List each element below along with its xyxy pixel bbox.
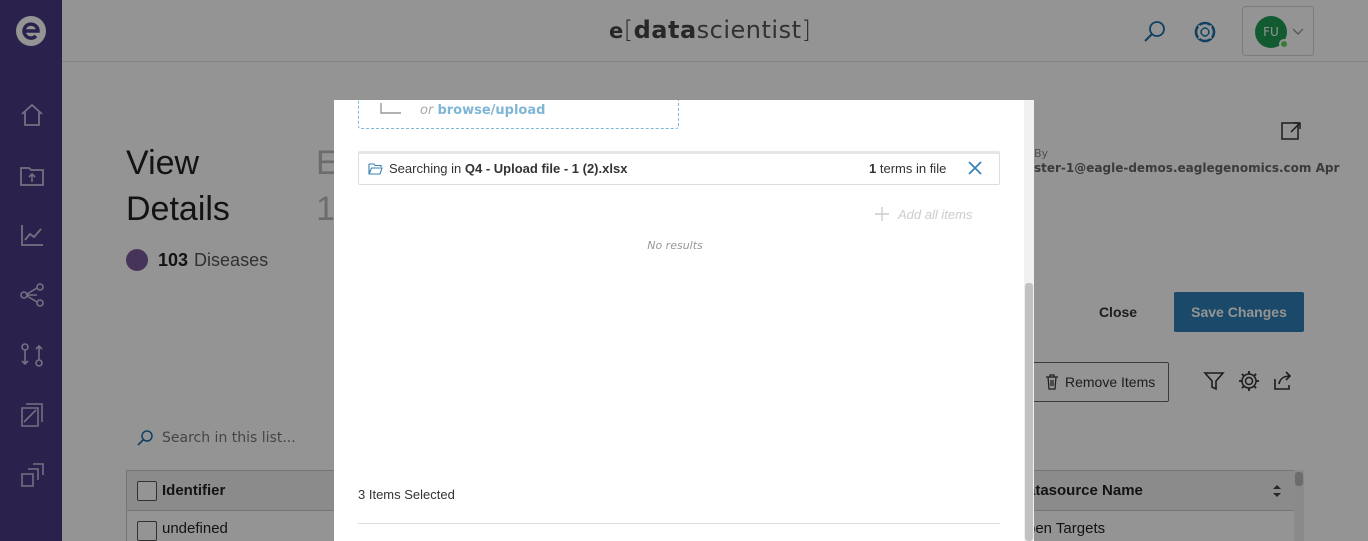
terms-in-file: 1 terms in file (869, 161, 946, 176)
add-all-items-label: Add all items (898, 206, 973, 222)
searching-file-name: Q4 - Upload file - 1 (2).xlsx (464, 161, 628, 176)
add-all-items-button[interactable]: Add all items (874, 204, 972, 224)
searching-in-prefix: Searching in (389, 161, 465, 176)
upload-or-text: or (420, 103, 438, 118)
modal-scrollbar[interactable] (1024, 100, 1034, 541)
items-selected-count: 3 Items Selected (358, 487, 455, 502)
close-icon[interactable] (967, 160, 983, 176)
terms-label: terms in file (876, 161, 947, 176)
searching-in-text: Searching in Q4 - Upload file - 1 (2).xl… (389, 161, 627, 176)
file-icon (380, 103, 401, 114)
browse-upload-link[interactable]: browse/upload (437, 103, 545, 118)
modal-scrollbar-thumb[interactable] (1025, 283, 1033, 541)
folder-open-icon (368, 163, 383, 175)
plus-icon (875, 207, 889, 221)
add-items-modal: or browse/upload Searching in Q4 - Uploa… (334, 100, 1034, 541)
file-search-bar: Searching in Q4 - Upload file - 1 (2).xl… (358, 151, 1000, 185)
upload-prompt: or browse/upload (420, 103, 545, 118)
modal-divider (358, 523, 1000, 524)
file-upload-dropzone[interactable]: or browse/upload (358, 100, 679, 129)
no-results-message: No results (647, 239, 703, 252)
